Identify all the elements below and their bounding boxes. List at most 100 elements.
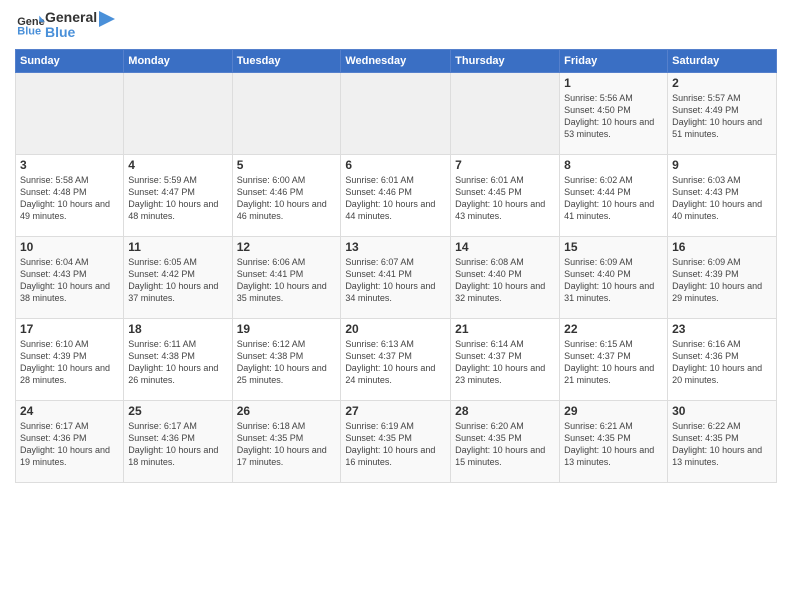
day-number: 18 bbox=[128, 322, 227, 336]
calendar-header: SundayMondayTuesdayWednesdayThursdayFrid… bbox=[16, 49, 777, 72]
logo-arrow-icon bbox=[99, 11, 115, 31]
calendar-body: 1 Sunrise: 5:56 AM Sunset: 4:50 PM Daylig… bbox=[16, 72, 777, 482]
day-info: Sunrise: 6:01 AM Sunset: 4:45 PM Dayligh… bbox=[455, 174, 555, 223]
calendar-cell: 9 Sunrise: 6:03 AM Sunset: 4:43 PM Daylig… bbox=[668, 154, 777, 236]
calendar-cell: 2 Sunrise: 5:57 AM Sunset: 4:49 PM Daylig… bbox=[668, 72, 777, 154]
day-number: 26 bbox=[237, 404, 337, 418]
calendar-cell: 3 Sunrise: 5:58 AM Sunset: 4:48 PM Daylig… bbox=[16, 154, 124, 236]
calendar-cell: 25 Sunrise: 6:17 AM Sunset: 4:36 PM Dayli… bbox=[124, 400, 232, 482]
calendar-cell bbox=[341, 72, 451, 154]
calendar-cell: 7 Sunrise: 6:01 AM Sunset: 4:45 PM Daylig… bbox=[451, 154, 560, 236]
calendar-cell: 21 Sunrise: 6:14 AM Sunset: 4:37 PM Dayli… bbox=[451, 318, 560, 400]
weekday-header-sunday: Sunday bbox=[16, 49, 124, 72]
day-info: Sunrise: 5:57 AM Sunset: 4:49 PM Dayligh… bbox=[672, 92, 772, 141]
day-info: Sunrise: 6:07 AM Sunset: 4:41 PM Dayligh… bbox=[345, 256, 446, 305]
day-info: Sunrise: 6:09 AM Sunset: 4:40 PM Dayligh… bbox=[564, 256, 663, 305]
day-info: Sunrise: 6:19 AM Sunset: 4:35 PM Dayligh… bbox=[345, 420, 446, 469]
day-number: 5 bbox=[237, 158, 337, 172]
calendar-cell: 28 Sunrise: 6:20 AM Sunset: 4:35 PM Dayli… bbox=[451, 400, 560, 482]
day-number: 27 bbox=[345, 404, 446, 418]
day-info: Sunrise: 5:56 AM Sunset: 4:50 PM Dayligh… bbox=[564, 92, 663, 141]
calendar-cell bbox=[16, 72, 124, 154]
day-info: Sunrise: 5:59 AM Sunset: 4:47 PM Dayligh… bbox=[128, 174, 227, 223]
day-number: 21 bbox=[455, 322, 555, 336]
calendar-cell: 18Sunrise: 6:11 AM Sunset: 4:38 PM Dayli… bbox=[124, 318, 232, 400]
day-number: 4 bbox=[128, 158, 227, 172]
day-number: 19 bbox=[237, 322, 337, 336]
day-number: 14 bbox=[455, 240, 555, 254]
logo-icon: General Blue bbox=[17, 14, 45, 36]
calendar-cell: 1 Sunrise: 5:56 AM Sunset: 4:50 PM Daylig… bbox=[560, 72, 668, 154]
day-number: 16 bbox=[672, 240, 772, 254]
calendar-cell: 29 Sunrise: 6:21 AM Sunset: 4:35 PM Dayli… bbox=[560, 400, 668, 482]
calendar-cell: 5 Sunrise: 6:00 AM Sunset: 4:46 PM Daylig… bbox=[232, 154, 341, 236]
day-info: Sunrise: 6:20 AM Sunset: 4:35 PM Dayligh… bbox=[455, 420, 555, 469]
weekday-header-thursday: Thursday bbox=[451, 49, 560, 72]
week-row-5: 24 Sunrise: 6:17 AM Sunset: 4:36 PM Dayli… bbox=[16, 400, 777, 482]
day-info: Sunrise: 5:58 AM Sunset: 4:48 PM Dayligh… bbox=[20, 174, 119, 223]
day-number: 28 bbox=[455, 404, 555, 418]
day-number: 7 bbox=[455, 158, 555, 172]
day-number: 24 bbox=[20, 404, 119, 418]
week-row-4: 17Sunrise: 6:10 AM Sunset: 4:39 PM Dayli… bbox=[16, 318, 777, 400]
calendar-cell: 8Sunrise: 6:02 AM Sunset: 4:44 PM Daylig… bbox=[560, 154, 668, 236]
logo-general: General bbox=[45, 10, 97, 25]
calendar-cell bbox=[451, 72, 560, 154]
day-number: 2 bbox=[672, 76, 772, 90]
day-info: Sunrise: 6:21 AM Sunset: 4:35 PM Dayligh… bbox=[564, 420, 663, 469]
day-info: Sunrise: 6:12 AM Sunset: 4:38 PM Dayligh… bbox=[237, 338, 337, 387]
day-info: Sunrise: 6:09 AM Sunset: 4:39 PM Dayligh… bbox=[672, 256, 772, 305]
day-info: Sunrise: 6:08 AM Sunset: 4:40 PM Dayligh… bbox=[455, 256, 555, 305]
day-info: Sunrise: 6:03 AM Sunset: 4:43 PM Dayligh… bbox=[672, 174, 772, 223]
calendar-cell: 15 Sunrise: 6:09 AM Sunset: 4:40 PM Dayli… bbox=[560, 236, 668, 318]
day-info: Sunrise: 6:04 AM Sunset: 4:43 PM Dayligh… bbox=[20, 256, 119, 305]
day-info: Sunrise: 6:17 AM Sunset: 4:36 PM Dayligh… bbox=[128, 420, 227, 469]
calendar-cell: 27 Sunrise: 6:19 AM Sunset: 4:35 PM Dayli… bbox=[341, 400, 451, 482]
calendar-cell bbox=[232, 72, 341, 154]
day-number: 8 bbox=[564, 158, 663, 172]
day-info: Sunrise: 6:17 AM Sunset: 4:36 PM Dayligh… bbox=[20, 420, 119, 469]
day-number: 6 bbox=[345, 158, 446, 172]
calendar-cell: 16 Sunrise: 6:09 AM Sunset: 4:39 PM Dayli… bbox=[668, 236, 777, 318]
calendar-cell: 14 Sunrise: 6:08 AM Sunset: 4:40 PM Dayli… bbox=[451, 236, 560, 318]
calendar-cell: 26 Sunrise: 6:18 AM Sunset: 4:35 PM Dayli… bbox=[232, 400, 341, 482]
day-number: 25 bbox=[128, 404, 227, 418]
weekday-header-saturday: Saturday bbox=[668, 49, 777, 72]
calendar-cell: 23 Sunrise: 6:16 AM Sunset: 4:36 PM Dayli… bbox=[668, 318, 777, 400]
day-number: 17 bbox=[20, 322, 119, 336]
calendar-cell: 10 Sunrise: 6:04 AM Sunset: 4:43 PM Dayli… bbox=[16, 236, 124, 318]
logo-blue: Blue bbox=[45, 25, 97, 40]
calendar-cell: 17Sunrise: 6:10 AM Sunset: 4:39 PM Dayli… bbox=[16, 318, 124, 400]
day-number: 29 bbox=[564, 404, 663, 418]
calendar: SundayMondayTuesdayWednesdayThursdayFrid… bbox=[15, 49, 777, 483]
day-number: 12 bbox=[237, 240, 337, 254]
day-number: 10 bbox=[20, 240, 119, 254]
day-number: 13 bbox=[345, 240, 446, 254]
day-info: Sunrise: 6:14 AM Sunset: 4:37 PM Dayligh… bbox=[455, 338, 555, 387]
calendar-cell: 12 Sunrise: 6:06 AM Sunset: 4:41 PM Dayli… bbox=[232, 236, 341, 318]
weekday-header-monday: Monday bbox=[124, 49, 232, 72]
calendar-cell: 24 Sunrise: 6:17 AM Sunset: 4:36 PM Dayli… bbox=[16, 400, 124, 482]
week-row-3: 10 Sunrise: 6:04 AM Sunset: 4:43 PM Dayli… bbox=[16, 236, 777, 318]
day-number: 15 bbox=[564, 240, 663, 254]
day-number: 9 bbox=[672, 158, 772, 172]
week-row-2: 3 Sunrise: 5:58 AM Sunset: 4:48 PM Daylig… bbox=[16, 154, 777, 236]
weekday-header-friday: Friday bbox=[560, 49, 668, 72]
day-number: 23 bbox=[672, 322, 772, 336]
weekday-row: SundayMondayTuesdayWednesdayThursdayFrid… bbox=[16, 49, 777, 72]
day-info: Sunrise: 6:18 AM Sunset: 4:35 PM Dayligh… bbox=[237, 420, 337, 469]
day-info: Sunrise: 6:01 AM Sunset: 4:46 PM Dayligh… bbox=[345, 174, 446, 223]
calendar-cell: 4 Sunrise: 5:59 AM Sunset: 4:47 PM Daylig… bbox=[124, 154, 232, 236]
header: General Blue General Blue bbox=[15, 10, 777, 41]
calendar-cell: 6 Sunrise: 6:01 AM Sunset: 4:46 PM Daylig… bbox=[341, 154, 451, 236]
calendar-cell: 19 Sunrise: 6:12 AM Sunset: 4:38 PM Dayli… bbox=[232, 318, 341, 400]
day-info: Sunrise: 6:06 AM Sunset: 4:41 PM Dayligh… bbox=[237, 256, 337, 305]
logo: General Blue General Blue bbox=[15, 10, 115, 41]
day-info: Sunrise: 6:15 AM Sunset: 4:37 PM Dayligh… bbox=[564, 338, 663, 387]
day-number: 1 bbox=[564, 76, 663, 90]
day-info: Sunrise: 6:00 AM Sunset: 4:46 PM Dayligh… bbox=[237, 174, 337, 223]
calendar-cell: 30Sunrise: 6:22 AM Sunset: 4:35 PM Dayli… bbox=[668, 400, 777, 482]
day-number: 11 bbox=[128, 240, 227, 254]
day-info: Sunrise: 6:16 AM Sunset: 4:36 PM Dayligh… bbox=[672, 338, 772, 387]
day-number: 3 bbox=[20, 158, 119, 172]
